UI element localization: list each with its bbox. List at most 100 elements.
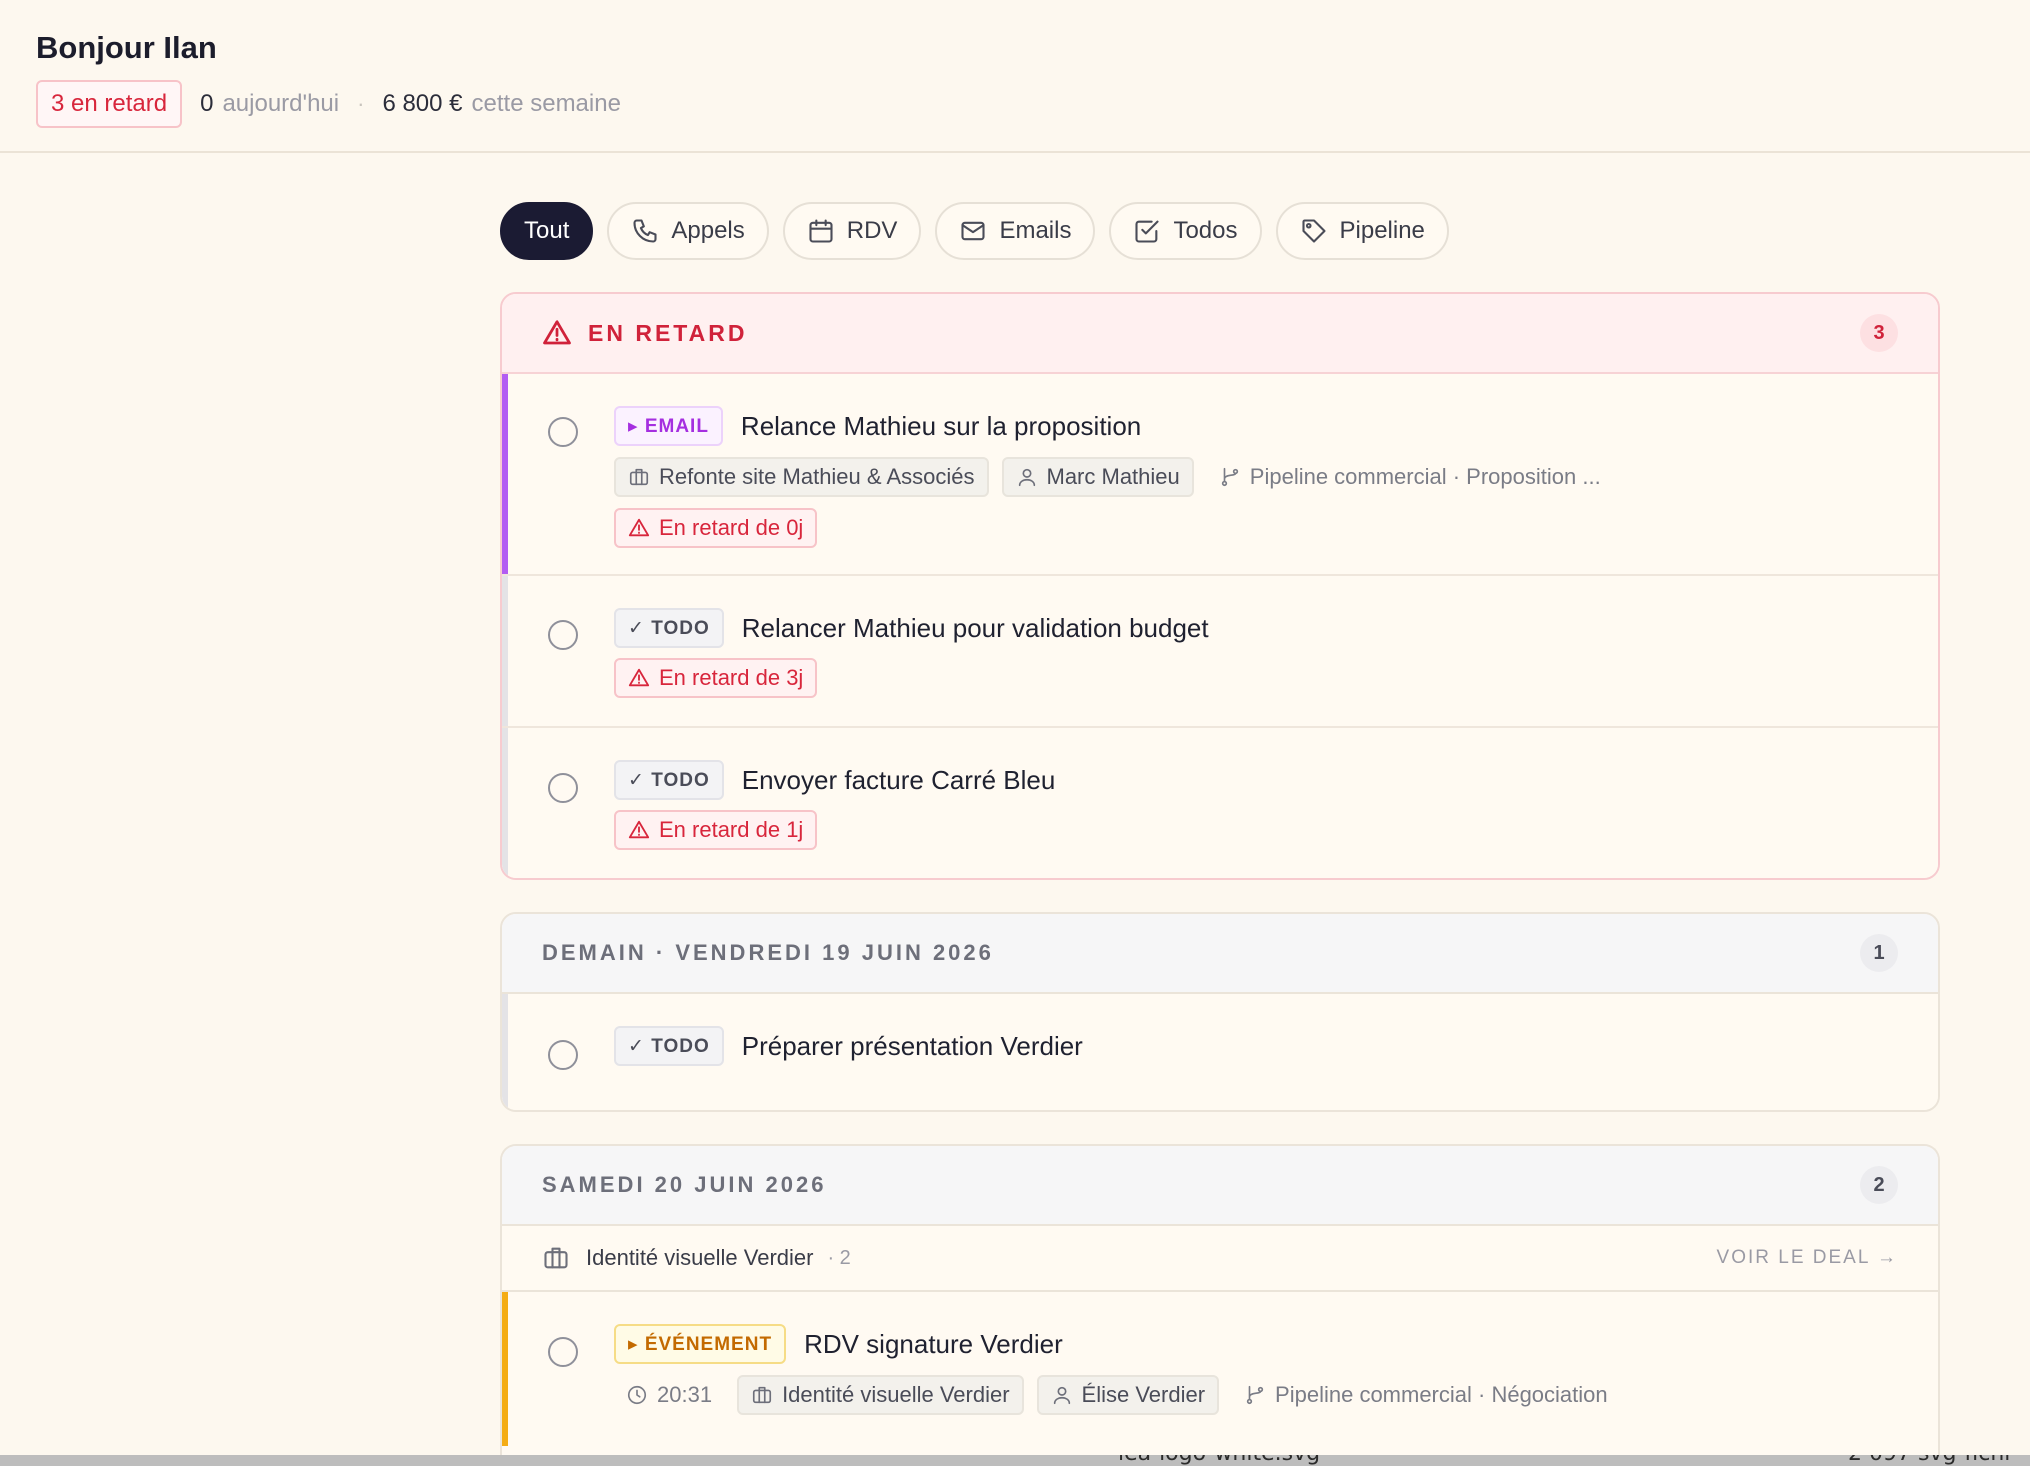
contact-chip[interactable]: Élise Verdier bbox=[1036, 1375, 1220, 1415]
today-value: 0 bbox=[200, 90, 214, 117]
section-title: DEMAIN · VENDREDI 19 JUIN 2026 bbox=[542, 940, 994, 965]
task-title[interactable]: RDV signature Verdier bbox=[804, 1329, 1063, 1360]
tab-label: Emails bbox=[999, 217, 1072, 244]
briefcase-icon bbox=[629, 468, 649, 486]
user-icon bbox=[1053, 1386, 1070, 1405]
deal-group-name: Identité visuelle Verdier bbox=[586, 1245, 814, 1270]
event-time: 20:31 bbox=[626, 1382, 712, 1408]
task-title[interactable]: Envoyer facture Carré Bleu bbox=[742, 765, 1056, 796]
stat-separator: · bbox=[357, 91, 365, 116]
download-bar: lea-logo-white.svg 2 097 svg-fichi bbox=[0, 1455, 2030, 1466]
tab-pipeline[interactable]: Pipeline bbox=[1275, 202, 1449, 260]
checkbox-icon bbox=[1135, 220, 1160, 243]
tab-label: Appels bbox=[671, 217, 745, 244]
deal-group-count: · 2 bbox=[827, 1246, 851, 1269]
today-stat: 0 aujourd'hui bbox=[200, 90, 339, 118]
clock-icon bbox=[627, 1385, 647, 1405]
late-count-badge[interactable]: 3 en retard bbox=[36, 80, 183, 128]
overdue-text: En retard de 3j bbox=[659, 665, 804, 690]
tab-label: Pipeline bbox=[1339, 217, 1425, 244]
type-badge-event: ▸ ÉVÉNEMENT bbox=[614, 1324, 787, 1364]
tab-appels[interactable]: Appels bbox=[607, 202, 769, 260]
tomorrow-section-header: DEMAIN · VENDREDI 19 JUIN 2026 1 bbox=[502, 914, 1938, 994]
pipeline-info: Pipeline commercial · Proposition ... bbox=[1219, 464, 1601, 490]
task-type-bar bbox=[502, 1292, 508, 1446]
task-content: ✓ TODO Envoyer facture Carré Bleu En ret… bbox=[614, 758, 1898, 852]
today-label: aujourd'hui bbox=[222, 90, 340, 117]
task-row[interactable]: ✓ TODO Envoyer facture Carré Bleu En ret… bbox=[502, 728, 1938, 878]
event-time-value: 20:31 bbox=[657, 1382, 713, 1407]
week-value: 6 800 € bbox=[382, 90, 463, 117]
task-content: ▸ ÉVÉNEMENT RDV signature Verdier 20:31 … bbox=[614, 1322, 1898, 1416]
download-file-info: 2 097 svg-fichi bbox=[1848, 1455, 2010, 1466]
task-row[interactable]: ▸ ÉVÉNEMENT RDV signature Verdier 20:31 … bbox=[502, 1292, 1938, 1446]
task-row[interactable]: ▸ EMAIL Relance Mathieu sur la propositi… bbox=[502, 374, 1938, 576]
type-badge-todo: ✓ TODO bbox=[614, 760, 724, 800]
task-title[interactable]: Relancer Mathieu pour validation budget bbox=[742, 613, 1209, 644]
pipeline-label: Pipeline commercial · Négociation bbox=[1275, 1382, 1608, 1407]
deal-name: Identité visuelle Verdier bbox=[782, 1382, 1010, 1407]
summary-stats: 3 en retard 0 aujourd'hui · 6 800 € cett… bbox=[36, 80, 621, 128]
tab-rdv[interactable]: RDV bbox=[782, 202, 922, 260]
task-complete-checkbox[interactable] bbox=[548, 1337, 578, 1367]
page-title: Bonjour Ilan bbox=[36, 30, 217, 65]
deal-name: Refonte site Mathieu & Associés bbox=[659, 464, 975, 489]
tab-emails[interactable]: Emails bbox=[935, 202, 1096, 260]
warning-icon bbox=[543, 320, 571, 345]
contact-chip[interactable]: Marc Mathieu bbox=[1001, 457, 1194, 497]
contact-name: Élise Verdier bbox=[1081, 1382, 1206, 1407]
tab-label: RDV bbox=[846, 217, 898, 244]
briefcase-icon bbox=[544, 1247, 568, 1269]
page-header: Bonjour Ilan 3 en retard 0 aujourd'hui ·… bbox=[0, 0, 2030, 153]
task-type-bar bbox=[502, 728, 508, 878]
warning-icon bbox=[628, 518, 650, 537]
pipeline-label: Pipeline commercial · Proposition ... bbox=[1249, 464, 1601, 489]
overdue-section-header: EN RETARD 3 bbox=[502, 294, 1938, 374]
deal-group-header: Identité visuelle Verdier · 2 VOIR LE DE… bbox=[502, 1226, 1938, 1292]
tab-label: Tout bbox=[524, 217, 570, 244]
task-title[interactable]: Relance Mathieu sur la proposition bbox=[741, 411, 1141, 442]
overdue-chip: En retard de 0j bbox=[614, 508, 818, 548]
view-deal-link[interactable]: VOIR LE DEAL → bbox=[1717, 1247, 1898, 1269]
briefcase-icon bbox=[752, 1386, 772, 1404]
saturday-section: SAMEDI 20 JUIN 2026 2 Identité visuelle … bbox=[500, 1144, 1940, 1466]
section-count: 1 bbox=[1860, 934, 1898, 972]
task-row[interactable]: ✓ TODO Relancer Mathieu pour validation … bbox=[502, 576, 1938, 728]
task-complete-checkbox[interactable] bbox=[548, 620, 578, 650]
task-complete-checkbox[interactable] bbox=[548, 773, 578, 803]
task-content: ▸ EMAIL Relance Mathieu sur la propositi… bbox=[614, 404, 1898, 550]
calendar-icon bbox=[809, 219, 833, 243]
task-row[interactable]: ✓ TODO Préparer présentation Verdier bbox=[502, 994, 1938, 1110]
overdue-section: EN RETARD 3 ▸ EMAIL Relance Mathieu sur … bbox=[500, 292, 1940, 880]
week-stat: 6 800 € cette semaine bbox=[382, 90, 621, 118]
overdue-chip: En retard de 1j bbox=[614, 810, 818, 850]
contact-name: Marc Mathieu bbox=[1046, 464, 1180, 489]
task-content: ✓ TODO Préparer présentation Verdier bbox=[614, 1024, 1898, 1068]
branch-icon bbox=[1221, 467, 1238, 487]
download-file-name[interactable]: lea-logo-white.svg bbox=[1118, 1455, 1320, 1466]
warning-icon bbox=[628, 820, 650, 839]
task-complete-checkbox[interactable] bbox=[548, 1040, 578, 1070]
task-type-bar bbox=[502, 994, 508, 1110]
tab-label: Todos bbox=[1173, 217, 1238, 244]
pipeline-info: Pipeline commercial · Négociation bbox=[1244, 1382, 1608, 1408]
overdue-text: En retard de 0j bbox=[659, 515, 804, 540]
tag-icon bbox=[1301, 219, 1326, 243]
task-complete-checkbox[interactable] bbox=[548, 417, 578, 447]
saturday-section-header: SAMEDI 20 JUIN 2026 2 bbox=[502, 1146, 1938, 1226]
filter-tabs: Tout Appels RDV Emails Todos Pipeline bbox=[500, 202, 1449, 260]
branch-icon bbox=[1246, 1385, 1264, 1405]
tab-tout[interactable]: Tout bbox=[500, 202, 594, 260]
section-title: SAMEDI 20 JUIN 2026 bbox=[542, 1172, 827, 1197]
overdue-chip: En retard de 3j bbox=[614, 658, 818, 698]
tab-todos[interactable]: Todos bbox=[1109, 202, 1262, 260]
warning-icon bbox=[628, 668, 650, 687]
task-title[interactable]: Préparer présentation Verdier bbox=[742, 1031, 1083, 1062]
deal-chip[interactable]: Identité visuelle Verdier bbox=[737, 1375, 1024, 1415]
task-type-bar bbox=[502, 374, 508, 574]
task-type-bar bbox=[502, 576, 508, 726]
phone-icon bbox=[633, 219, 657, 243]
deal-chip[interactable]: Refonte site Mathieu & Associés bbox=[614, 457, 989, 497]
section-count: 2 bbox=[1860, 1166, 1898, 1204]
tomorrow-section: DEMAIN · VENDREDI 19 JUIN 2026 1 ✓ TODO … bbox=[500, 912, 1940, 1112]
